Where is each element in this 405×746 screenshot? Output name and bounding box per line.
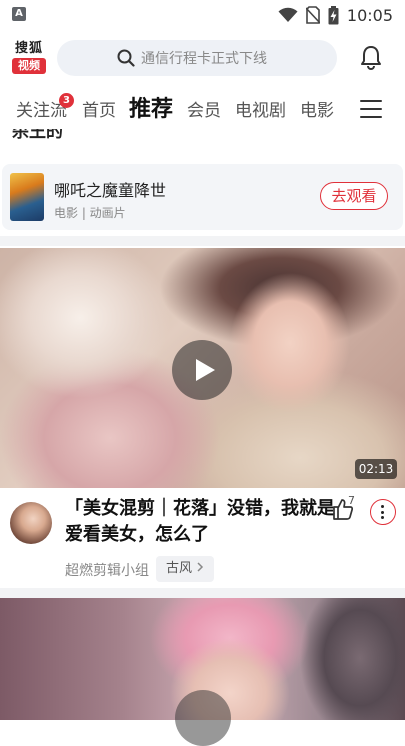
tab-recommend[interactable]: 推荐 <box>129 91 173 123</box>
video-tag[interactable]: 古风 <box>156 556 215 582</box>
video-title[interactable]: 「美女混剪｜花落」没错，我就是爱看美女，怎么了 <box>65 496 335 548</box>
status-time: 10:05 <box>346 5 393 25</box>
like-count: 7 <box>348 494 355 507</box>
tab-tv-series[interactable]: 电视剧 <box>235 96 286 121</box>
app-notification-icon: A <box>12 7 26 21</box>
tab-home[interactable]: 首页 <box>82 96 116 121</box>
search-placeholder: 通信行程卡正式下线 <box>141 51 267 67</box>
author-avatar[interactable] <box>10 502 52 544</box>
tab-movies[interactable]: 电影 <box>300 96 334 121</box>
section-divider <box>0 236 405 246</box>
no-sim-icon <box>305 6 320 24</box>
status-bar: A 10:05 <box>0 0 405 30</box>
video-thumbnail[interactable]: 02:13 <box>0 248 405 488</box>
chevron-right-icon <box>197 562 204 572</box>
bell-icon[interactable] <box>360 45 382 71</box>
battery-charging-icon <box>328 5 339 24</box>
movie-card[interactable]: 哪吒之魔童降世 电影 | 动画片 去观看 <box>2 164 403 230</box>
search-bar[interactable]: 通信行程卡正式下线 <box>57 40 337 76</box>
section-divider <box>0 588 405 598</box>
movie-title: 哪吒之魔童降世 <box>54 181 167 200</box>
hamburger-icon[interactable] <box>360 100 382 118</box>
video-duration: 02:13 <box>355 459 397 479</box>
status-icons: 10:05 <box>278 4 393 26</box>
header: 搜狐 视频 通信行程卡正式下线 <box>0 30 405 88</box>
author-name[interactable]: 超燃剪辑小组 <box>65 560 149 580</box>
tag-label: 古风 <box>166 561 193 576</box>
wifi-icon <box>278 7 298 22</box>
logo-text-top: 搜狐 <box>14 41 43 56</box>
logo-text-bottom: 视频 <box>12 58 46 74</box>
cut-off-heading: 杀王的 <box>12 129 63 142</box>
category-tabs: 关注流 3 首页 推荐 会员 电视剧 电影 <box>0 88 405 128</box>
more-options-button[interactable] <box>370 499 396 525</box>
search-icon <box>117 49 135 67</box>
next-play-button[interactable] <box>175 690 231 746</box>
play-button[interactable] <box>172 340 232 400</box>
following-badge: 3 <box>59 93 74 108</box>
movie-meta: 电影 | 动画片 <box>54 206 126 220</box>
sohu-video-logo[interactable]: 搜狐 视频 <box>12 41 46 77</box>
movie-poster <box>10 173 44 221</box>
play-icon <box>196 359 215 381</box>
watch-button[interactable]: 去观看 <box>320 182 388 210</box>
tab-vip[interactable]: 会员 <box>187 96 221 121</box>
